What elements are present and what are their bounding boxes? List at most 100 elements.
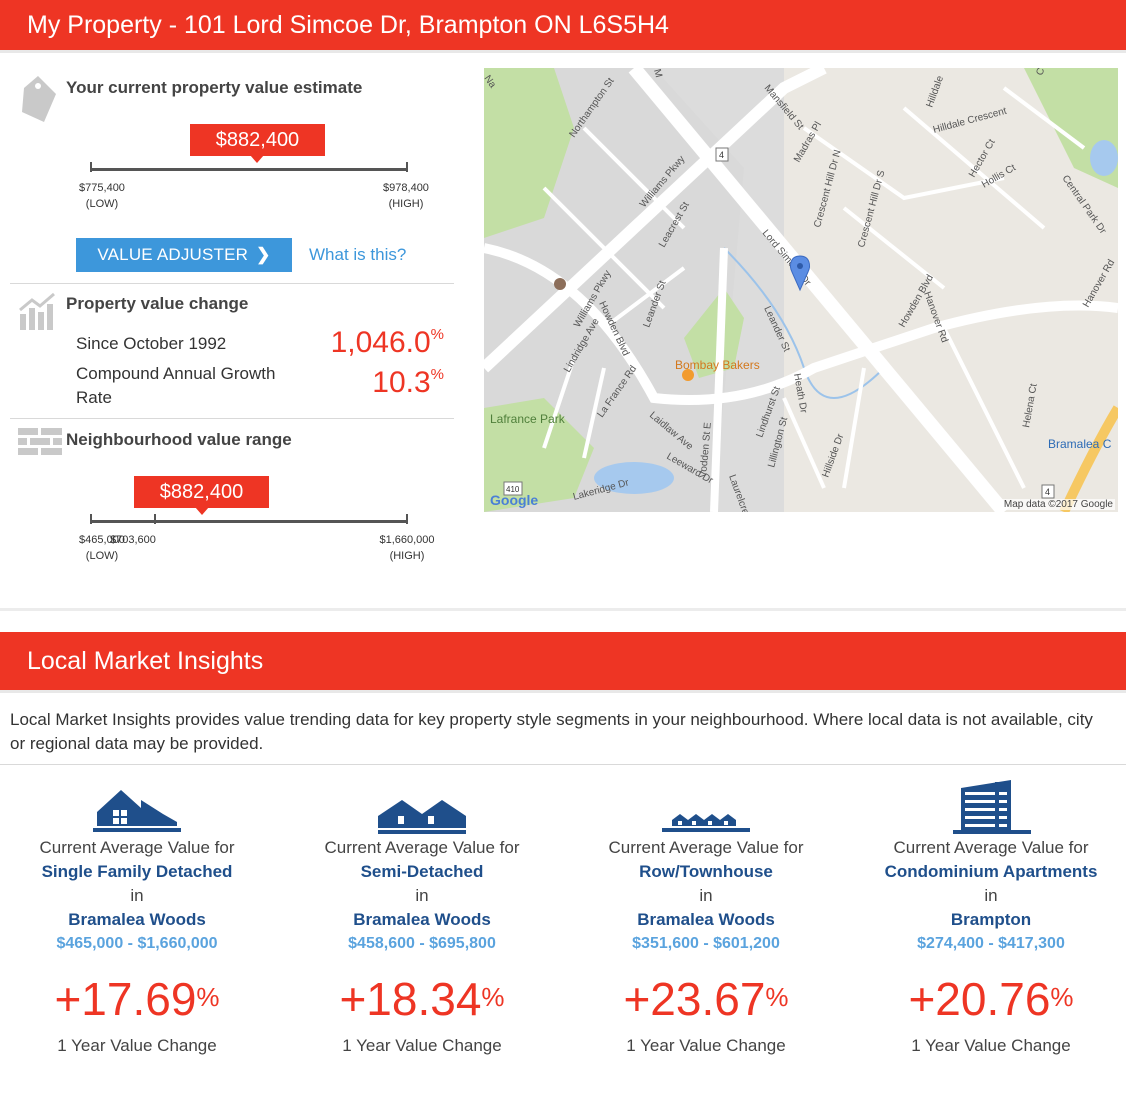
card-change-value: +20.76	[908, 973, 1051, 1025]
card-change: +20.76%	[850, 970, 1126, 1028]
google-logo: Google	[490, 492, 538, 508]
insights-intro: Local Market Insights provides value tre…	[10, 710, 1093, 753]
range-track	[90, 168, 408, 171]
card-lead: Current Average Value for	[893, 838, 1089, 857]
range-low-value: $775,400	[79, 182, 125, 194]
area-label: Bramalea C	[1048, 437, 1112, 451]
card-change: +17.69%	[0, 970, 278, 1028]
change-title: Property value change	[66, 294, 249, 313]
insight-card-townhouse: Current Average Value for Row/Townhouse …	[565, 778, 847, 1058]
section-separator	[0, 608, 1126, 611]
map-attribution[interactable]: Map data ©2017 Google	[1001, 499, 1115, 510]
townhouse-icon	[565, 778, 847, 836]
card-range: $274,400 - $417,300	[917, 935, 1065, 952]
card-change-pct: %	[481, 982, 505, 1012]
card-in: in	[415, 886, 429, 905]
card-range: $458,600 - $695,800	[348, 935, 496, 952]
card-change: +23.67%	[565, 970, 847, 1028]
card-lead: Current Average Value for	[39, 838, 235, 857]
value-adjuster-label: VALUE ADJUSTER	[97, 245, 249, 264]
range-high-value: $1,660,000	[379, 534, 435, 546]
card-area: Brampton	[950, 910, 1032, 929]
since-value-number: 1,046.0	[330, 326, 431, 359]
card-lead: Current Average Value for	[324, 838, 520, 857]
card-segment: Single Family Detached	[41, 862, 233, 881]
cagr-value-number: 10.3	[372, 366, 431, 399]
card-area: Bramalea Woods	[68, 910, 206, 929]
range-high-tag: (HIGH)	[389, 550, 425, 562]
price-tag-icon	[18, 74, 62, 129]
range-high-label: $978,400 (HIGH)	[376, 180, 436, 212]
growth-chart-icon	[18, 292, 58, 337]
map-label: Hillside Dr	[820, 432, 846, 479]
range-tick-high	[406, 514, 408, 524]
range-low-label: $775,400 (LOW)	[74, 180, 130, 212]
value-adjuster-button[interactable]: VALUE ADJUSTER ❯	[76, 238, 292, 272]
section-divider	[10, 418, 454, 419]
card-segment: Condominium Apartments	[884, 862, 1098, 881]
route-shield: 4	[719, 150, 724, 160]
house-icon	[0, 778, 278, 836]
range-tick-high	[406, 162, 408, 172]
map-label: Hilldale Crescent	[932, 106, 1008, 136]
insight-card-condo: Current Average Value for Condominium Ap…	[850, 778, 1126, 1058]
card-segment: Row/Townhouse	[639, 862, 773, 881]
card-change-value: +23.67	[623, 973, 766, 1025]
range-tick-low	[90, 162, 92, 172]
cagr-pct: %	[430, 366, 444, 383]
card-change-pct: %	[765, 982, 789, 1012]
card-range: $465,000 - $1,660,000	[56, 935, 218, 952]
card-in: in	[984, 886, 998, 905]
range-low-tag: (LOW)	[85, 550, 119, 562]
since-value: 1,046.0%	[331, 326, 444, 360]
pond	[1090, 140, 1118, 176]
card-segment: Semi-Detached	[360, 862, 484, 881]
map-label: Heath Dr	[791, 373, 809, 415]
park-label: Lafrance Park	[490, 412, 566, 426]
range-track	[90, 520, 408, 523]
poi-label: Bombay Bakers	[675, 358, 760, 372]
card-area: Bramalea Woods	[637, 910, 775, 929]
insights-header: Local Market Insights	[0, 632, 1126, 690]
card-range: $351,600 - $601,200	[632, 935, 780, 952]
property-map[interactable]: Northampton St Williams Pkwy Leacrest St…	[484, 68, 1118, 512]
range-high-value: $978,400	[383, 182, 429, 194]
highway	[1059, 405, 1118, 512]
range-tick-mid	[153, 514, 156, 524]
insights-title: Local Market Insights	[27, 646, 264, 675]
card-change-pct: %	[1050, 982, 1074, 1012]
card-footer: 1 Year Value Change	[626, 1036, 786, 1055]
brick-wall-icon	[18, 426, 62, 465]
card-change-value: +17.69	[54, 973, 197, 1025]
card-in: in	[699, 886, 713, 905]
map-label: Helena Ct	[1021, 383, 1040, 429]
card-area: Bramalea Woods	[353, 910, 491, 929]
neighbourhood-range-slider: $882,400 $465,000 (LOW) $703,600 $1,660,…	[79, 476, 435, 590]
section-divider	[10, 283, 454, 284]
estimate-range-slider: $882,400 $775,400 (LOW) $978,400 (HIGH)	[79, 124, 429, 238]
section-divider	[0, 764, 1126, 765]
neighbourhood-value-flag: $882,400	[133, 476, 270, 515]
card-footer: 1 Year Value Change	[911, 1036, 1071, 1055]
card-change-pct: %	[196, 982, 220, 1012]
card-change: +18.34%	[281, 970, 563, 1028]
card-footer: 1 Year Value Change	[342, 1036, 502, 1055]
header-shadow	[0, 50, 1126, 53]
property-header: My Property - 101 Lord Simcoe Dr, Brampt…	[0, 0, 1126, 50]
range-mid-value: $703,600	[110, 534, 156, 546]
range-high-tag: (HIGH)	[388, 198, 424, 210]
estimate-title: Your current property value estimate	[66, 78, 363, 97]
condo-building-icon	[850, 778, 1126, 836]
what-is-this-link[interactable]: What is this?	[309, 245, 406, 265]
map-canvas[interactable]: Northampton St Williams Pkwy Leacrest St…	[484, 68, 1118, 512]
card-change-value: +18.34	[339, 973, 482, 1025]
neighbourhood-title: Neighbourhood value range	[66, 430, 292, 449]
school-marker-icon[interactable]	[554, 278, 566, 290]
range-mid-label: $703,600	[110, 532, 166, 548]
cagr-value: 10.3%	[372, 366, 444, 400]
cagr-label: Compound Annual Growth Rate	[76, 364, 276, 407]
card-footer: 1 Year Value Change	[57, 1036, 217, 1055]
property-title: My Property - 101 Lord Simcoe Dr, Brampt…	[27, 10, 669, 39]
since-label: Since October 1992	[76, 334, 227, 353]
semi-detached-icon	[281, 778, 563, 836]
